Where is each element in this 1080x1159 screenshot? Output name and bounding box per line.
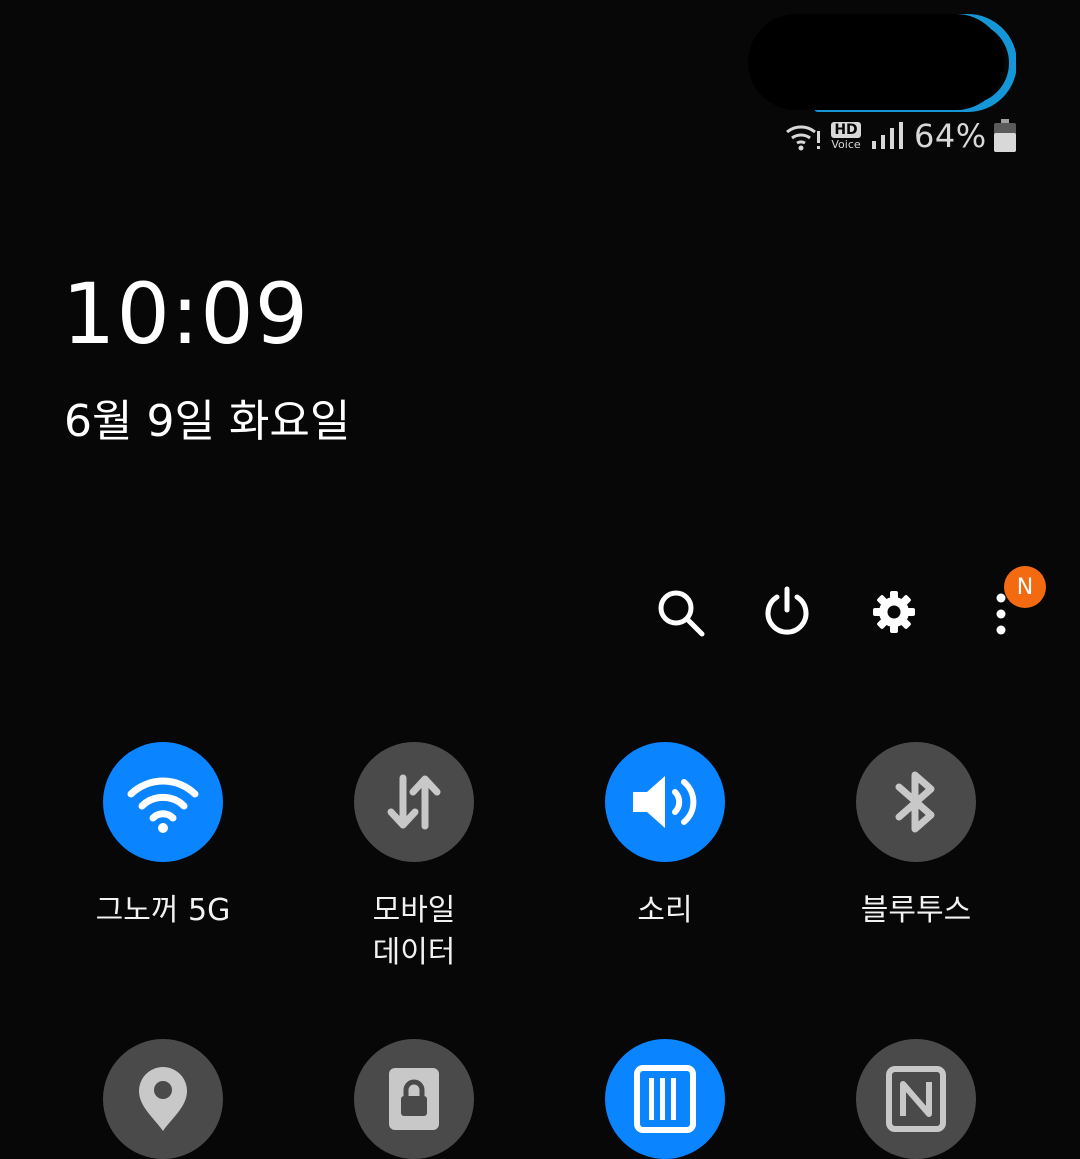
nfc-icon xyxy=(886,1066,946,1132)
signal-icon xyxy=(872,122,903,149)
clock-time[interactable]: 10:09 xyxy=(62,272,309,356)
tile-bluetooth-label: 블루투스 xyxy=(860,893,972,928)
camera-cutout xyxy=(748,14,1016,112)
power-icon xyxy=(765,586,809,635)
tile-location-button[interactable] xyxy=(103,1039,223,1159)
mobile-data-icon xyxy=(387,774,441,830)
hd-label: HD xyxy=(831,121,861,138)
wifi-icon xyxy=(127,777,199,833)
location-icon xyxy=(139,1067,187,1131)
tile-wifi-button[interactable] xyxy=(103,742,223,862)
tile-nfc[interactable] xyxy=(816,1039,1016,1159)
tile-sound-label: 소리 xyxy=(637,893,693,928)
tile-barcode[interactable] xyxy=(565,1039,765,1159)
battery-percent: 64% xyxy=(914,117,987,155)
tile-wifi[interactable]: 그노꺼 5G xyxy=(63,742,263,932)
power-button[interactable] xyxy=(757,582,817,642)
tile-secure-folder[interactable] xyxy=(314,1039,514,1159)
tile-sound[interactable]: 소리 xyxy=(565,742,765,932)
tile-sound-button[interactable] xyxy=(605,742,725,862)
tile-mobile-data[interactable]: 모바일 데이터 xyxy=(314,742,514,974)
tile-bluetooth-button[interactable] xyxy=(856,742,976,862)
battery-icon xyxy=(993,119,1016,152)
hd-voice-icon: HD Voice xyxy=(828,121,864,151)
gear-icon xyxy=(873,591,915,633)
tile-mobile-data-button[interactable] xyxy=(354,742,474,862)
wifi-icon xyxy=(786,125,820,151)
tile-wifi-label: 그노꺼 5G xyxy=(95,893,231,928)
voice-label: Voice xyxy=(831,137,861,151)
tile-nfc-button[interactable] xyxy=(856,1039,976,1159)
tile-secure-folder-button[interactable] xyxy=(354,1039,474,1159)
tile-location[interactable] xyxy=(63,1039,263,1159)
barcode-icon xyxy=(634,1065,696,1133)
settings-button[interactable] xyxy=(864,582,924,642)
clock-date[interactable]: 6월 9일 화요일 xyxy=(64,397,350,446)
tile-barcode-button[interactable] xyxy=(605,1039,725,1159)
search-button[interactable] xyxy=(650,582,710,642)
search-icon xyxy=(658,590,705,637)
bluetooth-icon xyxy=(895,771,935,833)
tile-mobile-data-label: 모바일 데이터 xyxy=(372,893,456,970)
notification-badge: N xyxy=(1004,566,1046,608)
status-icons: HD Voice 64% xyxy=(784,116,1017,156)
secure-folder-icon xyxy=(389,1068,439,1130)
tile-bluetooth[interactable]: 블루투스 xyxy=(816,742,1016,932)
sound-icon xyxy=(633,776,697,828)
